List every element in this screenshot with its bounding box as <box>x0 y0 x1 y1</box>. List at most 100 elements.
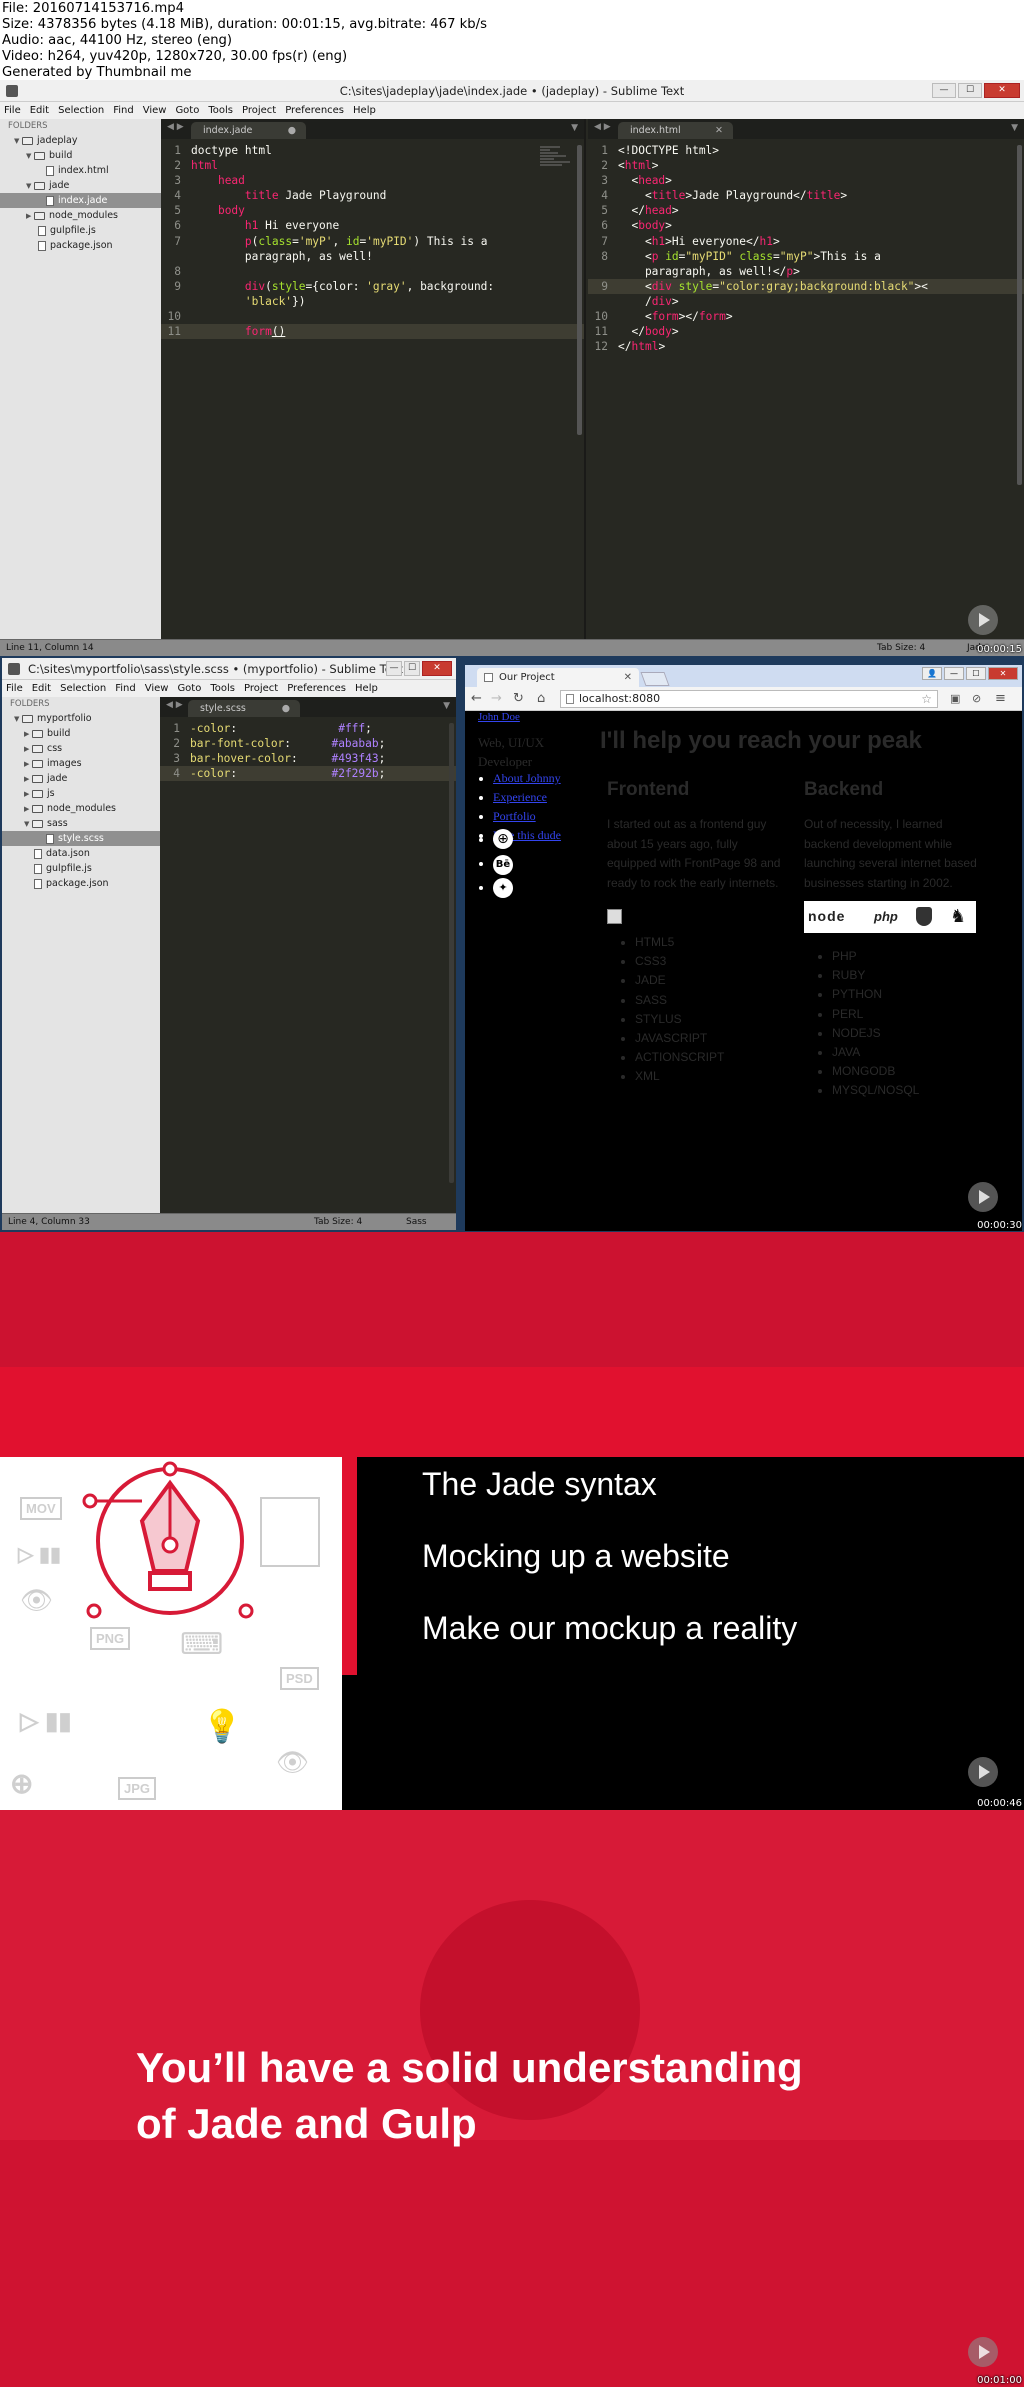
menu-file[interactable]: File <box>6 683 23 694</box>
sidebar-item-node-modules[interactable]: ▶ node_modules <box>0 208 161 223</box>
menu-goto[interactable]: Goto <box>177 683 201 694</box>
nav-portfolio[interactable]: Portfolio <box>493 809 536 823</box>
frame-sass-browser: C:\sites\myportfolio\sass\style.scss • (… <box>0 656 1024 1232</box>
sidebar-item-gulpfile[interactable]: gulpfile.js <box>0 223 161 238</box>
sidebar-item-myportfolio[interactable]: ▼ myportfolio <box>2 711 160 726</box>
maximize-button[interactable]: ☐ <box>404 661 420 676</box>
code-html[interactable]: 1 <!DOCTYPE html> 2 <html> 3 <head> 4 <tit… <box>588 143 1024 354</box>
sidebar-item-index-jade[interactable]: index.jade <box>0 193 161 208</box>
close-tab-icon[interactable]: ✕ <box>624 668 632 687</box>
close-button[interactable]: ✕ <box>988 667 1018 680</box>
menu-help[interactable]: Help <box>353 105 376 116</box>
user-icon[interactable]: 👤 <box>922 667 942 680</box>
menu-file[interactable]: File <box>4 105 21 116</box>
sidebar-item-data-json[interactable]: data.json <box>2 846 160 861</box>
outcome-headline: You’ll have a solid understanding of Jad… <box>136 2040 803 2152</box>
file-size: Size: 4378356 bytes (4.18 MiB), duration… <box>2 17 487 32</box>
perl-logo-icon: ♞ <box>950 906 967 926</box>
menu-view[interactable]: View <box>143 105 167 116</box>
tab-index-jade[interactable]: index.jade ● <box>191 122 306 139</box>
tab-dropdown-icon[interactable]: ▼ <box>443 701 450 711</box>
sidebar-item-build[interactable]: ▶ build <box>2 726 160 741</box>
menu-project[interactable]: Project <box>242 105 276 116</box>
menu-tools[interactable]: Tools <box>208 105 233 116</box>
extension-icon[interactable]: ▣ <box>950 691 960 707</box>
tab-index-html[interactable]: index.html ✕ <box>618 122 733 139</box>
nav-experience[interactable]: Experience <box>493 790 547 804</box>
menu-help[interactable]: Help <box>355 683 378 694</box>
tab-nav-arrows[interactable]: ◀ ▶ <box>166 700 183 710</box>
menu-icon[interactable]: ≡ <box>995 691 1006 707</box>
editor-pane[interactable]: ◀ ▶ style.scss ● ▼ 1 -color: #fff; 2 bar-fo… <box>160 697 456 1213</box>
menu-preferences[interactable]: Preferences <box>285 105 344 116</box>
sidebar-item-build[interactable]: ▼ build <box>0 148 161 163</box>
menu-preferences[interactable]: Preferences <box>287 683 346 694</box>
scrollbar[interactable] <box>449 723 454 1183</box>
icon-pattern-panel: MOV PNG PSD JPG 👁 ▷ ▮▮ ⌨ 💡 ▷ ▮▮ 👁 ⊕ <box>0 1457 342 1810</box>
browser-tab[interactable]: Our Project ✕ <box>477 668 639 687</box>
sidebar-item-package-json[interactable]: package.json <box>0 238 161 253</box>
sidebar-item-style-scss[interactable]: style.scss <box>2 831 160 846</box>
nav-about[interactable]: About Johnny <box>493 771 561 785</box>
sidebar-item-js[interactable]: ▶ js <box>2 786 160 801</box>
minimize-button[interactable]: — <box>944 667 964 680</box>
tab-nav-arrows[interactable]: ◀ ▶ <box>167 122 184 132</box>
sidebar-item-gulpfile[interactable]: gulpfile.js <box>2 861 160 876</box>
menu-goto[interactable]: Goto <box>175 105 199 116</box>
minimize-button[interactable]: — <box>932 83 956 98</box>
sidebar-item-jade[interactable]: ▶ jade <box>2 771 160 786</box>
dribbble-icon[interactable]: ⊕ <box>493 829 513 849</box>
menu-find[interactable]: Find <box>115 683 136 694</box>
sidebar-item-node-modules[interactable]: ▶ node_modules <box>2 801 160 816</box>
sidebar-item-images[interactable]: ▶ images <box>2 756 160 771</box>
menu-tools[interactable]: Tools <box>210 683 235 694</box>
block-icon[interactable]: ⊘ <box>972 691 981 707</box>
minimap[interactable] <box>540 145 576 183</box>
sidebar-item-index-html[interactable]: index.html <box>0 163 161 178</box>
address-bar[interactable]: localhost:8080 ☆ <box>560 690 938 708</box>
link-john-doe[interactable]: John Doe <box>478 711 520 723</box>
maximize-button[interactable]: ☐ <box>958 83 982 98</box>
scrollbar[interactable] <box>577 145 582 435</box>
cursor-position: Line 4, Column 33 <box>8 1217 90 1227</box>
list-item: RUBY <box>832 966 919 985</box>
menu-edit[interactable]: Edit <box>30 105 49 116</box>
close-button[interactable]: ✕ <box>984 83 1020 98</box>
list-item: ACTIONSCRIPT <box>635 1048 724 1067</box>
menu-selection[interactable]: Selection <box>60 683 106 694</box>
sidebar-item-jade[interactable]: ▼ jade <box>0 178 161 193</box>
editor-pane-right[interactable]: ◀ ▶ index.html ✕ ▼ 1 <!DOCTYPE html> 2 <htm… <box>588 119 1024 639</box>
tab-dropdown-icon[interactable]: ▼ <box>571 123 578 133</box>
tab-size[interactable]: Tab Size: 4 <box>314 1214 362 1230</box>
background-photo <box>0 1232 1024 1367</box>
menu-project[interactable]: Project <box>244 683 278 694</box>
menu-view[interactable]: View <box>145 683 169 694</box>
tab-size[interactable]: Tab Size: 4 <box>877 640 925 656</box>
maximize-button[interactable]: ☐ <box>966 667 986 680</box>
tab-dropdown-icon[interactable]: ▼ <box>1011 123 1018 133</box>
back-icon[interactable]: ← <box>471 691 482 707</box>
bookmark-star-icon[interactable]: ☆ <box>921 691 932 707</box>
sidebar-item-css[interactable]: ▶ css <box>2 741 160 756</box>
new-tab-button[interactable] <box>640 672 670 686</box>
sidebar-item-jadeplay[interactable]: ▼ jadeplay <box>0 133 161 148</box>
home-icon[interactable]: ⌂ <box>537 691 545 707</box>
editor-pane-left[interactable]: ◀ ▶ index.jade ● ▼ 1 doctype html 2 html 3 … <box>161 119 586 639</box>
code-scss[interactable]: 1 -color: #fff; 2 bar-font-color: #ababab;… <box>160 721 456 782</box>
behance-icon[interactable]: Bē <box>493 855 513 875</box>
reload-icon[interactable]: ↻ <box>513 691 524 707</box>
menu-edit[interactable]: Edit <box>32 683 51 694</box>
syntax-mode[interactable]: Sass <box>406 1214 427 1230</box>
twitter-icon[interactable]: ✦ <box>493 878 513 898</box>
forward-icon[interactable]: → <box>491 691 502 707</box>
menu-find[interactable]: Find <box>113 105 134 116</box>
sidebar-item-sass[interactable]: ▼ sass <box>2 816 160 831</box>
close-button[interactable]: ✕ <box>422 661 452 676</box>
tab-style-scss[interactable]: style.scss ● <box>188 700 300 717</box>
scrollbar[interactable] <box>1017 145 1022 485</box>
menu-selection[interactable]: Selection <box>58 105 104 116</box>
minimize-button[interactable]: — <box>386 661 402 676</box>
sidebar-item-package-json[interactable]: package.json <box>2 876 160 891</box>
code-jade[interactable]: 1 doctype html 2 html 3 head 4 title Jade … <box>161 143 584 340</box>
tab-nav-arrows[interactable]: ◀ ▶ <box>594 122 611 132</box>
